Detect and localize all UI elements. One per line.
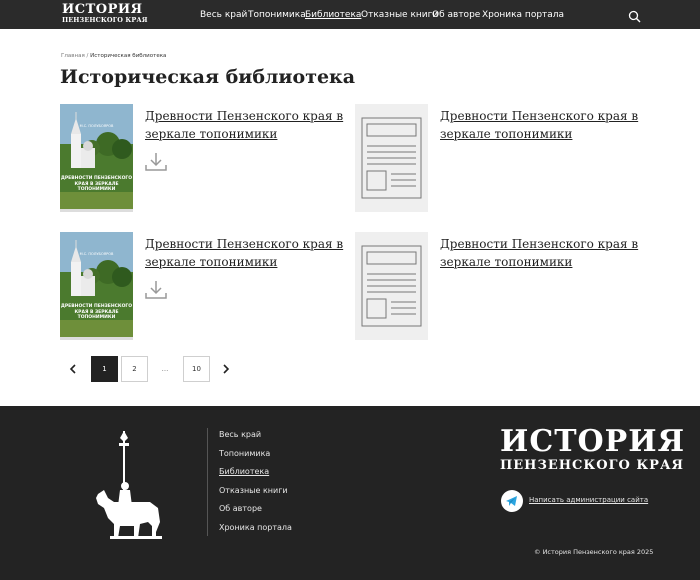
telegram-icon[interactable] <box>501 490 523 512</box>
nav-item-toponimika[interactable]: Топонимика <box>248 10 306 21</box>
nav-item-ves-krai[interactable]: Весь край <box>200 10 247 21</box>
download-icon[interactable] <box>145 279 167 301</box>
site-footer: Весь край Топонимика Библиотека Отказные… <box>0 406 700 580</box>
footer-nav-otkaznye-knigi[interactable]: Отказные книги <box>219 486 288 496</box>
nav-item-khronika[interactable]: Хроника портала <box>482 10 564 21</box>
breadcrumb: Главная / Историческая библиотека <box>61 53 166 59</box>
breadcrumb-separator: / <box>86 53 89 59</box>
cover-author: М.С. ПОЛУБОЯРОВ <box>79 124 114 128</box>
logo-line1: ИСТОРИЯ <box>62 2 143 17</box>
card-title-link[interactable]: Древности Пензенского края в зеркале топ… <box>145 235 350 271</box>
breadcrumb-current: Историческая библиотека <box>90 53 167 59</box>
cover-title: ДРЕВНОСТИ ПЕНЗЕНСКОГО КРАЯ В ЗЕРКАЛЕ ТОП… <box>60 304 133 320</box>
footer-logo-line1: ИСТОРИЯ <box>500 424 686 459</box>
contact-admin-link[interactable]: Написать администрации сайта <box>529 496 648 504</box>
footer-logo-line2: ПЕНЗЕНСКОГО КРАЯ <box>500 458 685 473</box>
footer-divider <box>207 428 208 536</box>
page-title: Историческая библиотека <box>60 66 356 88</box>
document-placeholder-icon[interactable] <box>355 104 428 212</box>
breadcrumb-home[interactable]: Главная <box>61 53 85 59</box>
library-card: Древности Пензенского края в зеркале топ… <box>355 232 645 340</box>
page-button-1[interactable]: 1 <box>91 356 118 382</box>
nav-item-biblioteka[interactable]: Библиотека <box>305 10 361 21</box>
book-cover[interactable]: М.С. ПОЛУБОЯРОВ ДРЕВНОСТИ ПЕНЗЕНСКОГО КР… <box>60 232 133 340</box>
library-card: Древности Пензенского края в зеркале топ… <box>355 104 645 212</box>
card-title-link[interactable]: Древности Пензенского края в зеркале топ… <box>440 235 645 271</box>
footer-nav-ob-avtore[interactable]: Об авторе <box>219 504 262 514</box>
pagination-ellipsis: ... <box>161 365 169 373</box>
pagination-next-icon[interactable] <box>213 356 239 382</box>
search-icon[interactable] <box>628 8 641 23</box>
footer-nav-ves-krai[interactable]: Весь край <box>219 430 261 440</box>
copyright-text: © История Пензенского края 2025 <box>534 548 654 556</box>
nav-item-ob-avtore[interactable]: Об авторе <box>432 10 480 21</box>
footer-logo[interactable]: ИСТОРИЯ ПЕНЗЕНСКОГО КРАЯ <box>500 424 686 474</box>
site-header: ИСТОРИЯ ПЕНЗЕНСКОГО КРАЯ Весь край Топон… <box>0 0 700 29</box>
card-title-link[interactable]: Древности Пензенского края в зеркале топ… <box>145 107 350 143</box>
document-placeholder-icon[interactable] <box>355 232 428 340</box>
book-cover[interactable]: М.С. ПОЛУБОЯРОВ ДРЕВНОСТИ ПЕНЗЕНСКОГО КР… <box>60 104 133 212</box>
footer-nav-biblioteka[interactable]: Библиотека <box>219 467 269 477</box>
cover-author: М.С. ПОЛУБОЯРОВ <box>79 252 114 256</box>
library-card: М.С. ПОЛУБОЯРОВ ДРЕВНОСТИ ПЕНЗЕНСКОГО КР… <box>60 104 350 212</box>
horseman-emblem-icon <box>90 428 170 543</box>
logo-line2: ПЕНЗЕНСКОГО КРАЯ <box>62 16 148 24</box>
site-logo[interactable]: ИСТОРИЯ ПЕНЗЕНСКОГО КРАЯ <box>62 2 148 26</box>
nav-item-otkaznye-knigi[interactable]: Отказные книги <box>361 10 438 21</box>
card-title-link[interactable]: Древности Пензенского края в зеркале топ… <box>440 107 645 143</box>
library-card: М.С. ПОЛУБОЯРОВ ДРЕВНОСТИ ПЕНЗЕНСКОГО КР… <box>60 232 350 340</box>
download-icon[interactable] <box>145 151 167 173</box>
page-button-2[interactable]: 2 <box>121 356 148 382</box>
pagination-prev-icon[interactable] <box>60 356 86 382</box>
footer-nav-toponimika[interactable]: Топонимика <box>219 449 270 459</box>
cover-title: ДРЕВНОСТИ ПЕНЗЕНСКОГО КРАЯ В ЗЕРКАЛЕ ТОП… <box>60 176 133 192</box>
footer-nav-khronika[interactable]: Хроника портала <box>219 523 292 533</box>
page-button-last[interactable]: 10 <box>183 356 210 382</box>
